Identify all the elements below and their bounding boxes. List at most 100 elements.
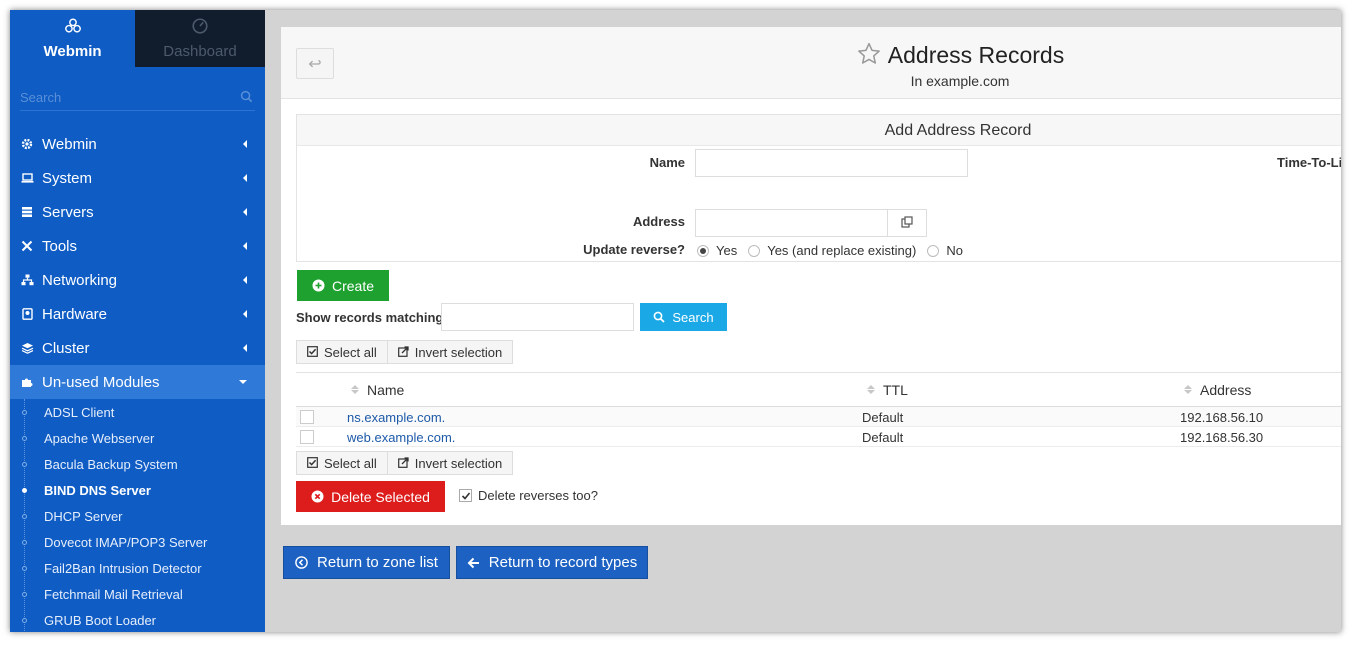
- puzzle-icon: [20, 375, 34, 389]
- sidebar-item-unused-modules[interactable]: Un-used Modules: [10, 365, 265, 399]
- create-button[interactable]: Create: [297, 270, 389, 301]
- table-body: ns.example.com. Default 192.168.56.10 we…: [296, 407, 1341, 447]
- submenu-item-label: Dovecot IMAP/POP3 Server: [44, 534, 208, 550]
- table-row: ns.example.com. Default 192.168.56.10: [296, 407, 1341, 427]
- row-checkbox[interactable]: [300, 410, 314, 424]
- search-records-input[interactable]: [441, 303, 634, 331]
- update-reverse-no[interactable]: No: [927, 243, 963, 258]
- search-button-label: Search: [672, 309, 714, 325]
- submenu-item-bacula-backup-system[interactable]: Bacula Backup System: [10, 451, 265, 477]
- caret-left-icon: [243, 242, 247, 250]
- invert-selection-label: Invert selection: [414, 344, 503, 360]
- sidebar-item-webmin[interactable]: Webmin: [10, 127, 265, 161]
- column-header-ttl[interactable]: TTL: [867, 382, 908, 398]
- times-circle-icon: [311, 490, 324, 503]
- invert-selection-button[interactable]: Invert selection: [386, 452, 512, 474]
- bullet-icon: [22, 410, 27, 415]
- radio-label: No: [946, 243, 963, 258]
- return-zone-label: Return to zone list: [317, 554, 438, 571]
- return-to-zone-list-button[interactable]: Return to zone list: [283, 546, 450, 579]
- sidebar-search-input[interactable]: [20, 90, 200, 105]
- row-checkbox[interactable]: [300, 430, 314, 444]
- address-chooser-button[interactable]: [887, 209, 927, 237]
- submenu-item-adsl-client[interactable]: ADSL Client: [10, 399, 265, 425]
- sidebar-search: [20, 85, 255, 111]
- server-icon: [20, 205, 34, 219]
- submenu-item-label: DHCP Server: [44, 508, 123, 524]
- caret-left-icon: [243, 208, 247, 216]
- selection-toolbar-top: Select all Invert selection: [296, 340, 514, 364]
- search-icon: [653, 311, 666, 323]
- search-icon[interactable]: [240, 90, 255, 106]
- dashboard-gauge-icon: [191, 17, 209, 39]
- delete-reverses-option: Delete reverses too?: [459, 488, 598, 503]
- update-reverse-yes-replace[interactable]: Yes (and replace existing): [748, 243, 916, 258]
- stack-icon: [20, 341, 34, 355]
- submenu-item-bind-dns-server[interactable]: BIND DNS Server: [10, 477, 265, 503]
- select-all-button[interactable]: Select all: [297, 452, 387, 474]
- sidebar-item-label: Un-used Modules: [42, 373, 160, 391]
- name-input[interactable]: [695, 149, 968, 177]
- sidebar-item-cluster[interactable]: Cluster: [10, 331, 265, 365]
- submenu-item-label: Apache Webserver: [44, 430, 155, 446]
- sidebar-item-servers[interactable]: Servers: [10, 195, 265, 229]
- laptop-icon: [20, 171, 34, 185]
- hard-drive-icon: [20, 307, 34, 321]
- column-label: Address: [1200, 381, 1252, 398]
- sidebar-item-system[interactable]: System: [10, 161, 265, 195]
- table-header: Name TTL Address: [296, 373, 1341, 407]
- invert-selection-button[interactable]: Invert selection: [386, 341, 512, 363]
- address-input[interactable]: [695, 209, 888, 237]
- radio-label: Yes (and replace existing): [767, 243, 917, 258]
- window-frame: Webmin Dashboard Webmin Sy: [10, 10, 1341, 632]
- search-button[interactable]: Search: [640, 303, 727, 331]
- submenu-item-grub[interactable]: GRUB Boot Loader: [10, 607, 265, 632]
- delete-reverses-checkbox[interactable]: [459, 489, 472, 502]
- check-square-icon: [307, 345, 324, 360]
- column-header-address[interactable]: Address: [1184, 382, 1251, 398]
- sidebar-item-label: Webmin: [42, 135, 97, 153]
- select-all-label: Select all: [324, 344, 377, 360]
- delete-reverses-label: Delete reverses too?: [478, 488, 598, 503]
- record-address: 192.168.56.30: [1180, 430, 1264, 445]
- record-address: 192.168.56.10: [1180, 410, 1264, 425]
- radio-selected[interactable]: [697, 244, 709, 257]
- return-to-record-types-button[interactable]: Return to record types: [456, 546, 648, 579]
- sidebar-item-networking[interactable]: Networking: [10, 263, 265, 297]
- radio-unselected[interactable]: [748, 244, 761, 257]
- sidebar-item-hardware[interactable]: Hardware: [10, 297, 265, 331]
- share-square-icon: [397, 456, 415, 471]
- sidebar-item-label: System: [42, 169, 93, 187]
- record-ttl: Default: [862, 410, 904, 425]
- caret-left-icon: [243, 310, 247, 318]
- sidebar-item-tools[interactable]: Tools: [10, 229, 265, 263]
- tab-webmin-label: Webmin: [43, 43, 102, 60]
- select-all-button[interactable]: Select all: [297, 341, 387, 363]
- record-name-link[interactable]: ns.example.com.: [347, 410, 445, 425]
- radio-label: Yes: [716, 243, 738, 258]
- delete-selected-button[interactable]: Delete Selected: [296, 481, 445, 512]
- submenu-item-apache-webserver[interactable]: Apache Webserver: [10, 425, 265, 451]
- tab-webmin[interactable]: Webmin: [10, 10, 135, 67]
- bullet-icon: [22, 462, 27, 467]
- records-table: Name TTL Address ns.example.com. Default…: [296, 372, 1341, 447]
- submenu-item-dovecot[interactable]: Dovecot IMAP/POP3 Server: [10, 529, 265, 555]
- show-matching-label: Show records matching:: [296, 310, 448, 325]
- update-reverse-yes[interactable]: Yes: [697, 243, 737, 258]
- sidebar: Webmin Dashboard Webmin Sy: [10, 10, 265, 632]
- submenu-item-dhcp-server[interactable]: DHCP Server: [10, 503, 265, 529]
- caret-down-icon: [239, 380, 247, 384]
- column-header-name[interactable]: Name: [351, 382, 404, 398]
- radio-unselected[interactable]: [927, 244, 940, 257]
- sort-icon: [1184, 385, 1192, 394]
- submenu-item-fetchmail[interactable]: Fetchmail Mail Retrieval: [10, 581, 265, 607]
- check-square-icon: [307, 456, 324, 471]
- submenu-item-label: BIND DNS Server: [44, 482, 151, 498]
- star-icon[interactable]: [856, 41, 882, 70]
- sidebar-item-label: Servers: [42, 203, 94, 221]
- tab-dashboard[interactable]: Dashboard: [135, 10, 265, 67]
- submenu-item-fail2ban[interactable]: Fail2Ban Intrusion Detector: [10, 555, 265, 581]
- caret-left-icon: [243, 174, 247, 182]
- record-name-link[interactable]: web.example.com.: [347, 430, 455, 445]
- share-square-icon: [397, 345, 415, 360]
